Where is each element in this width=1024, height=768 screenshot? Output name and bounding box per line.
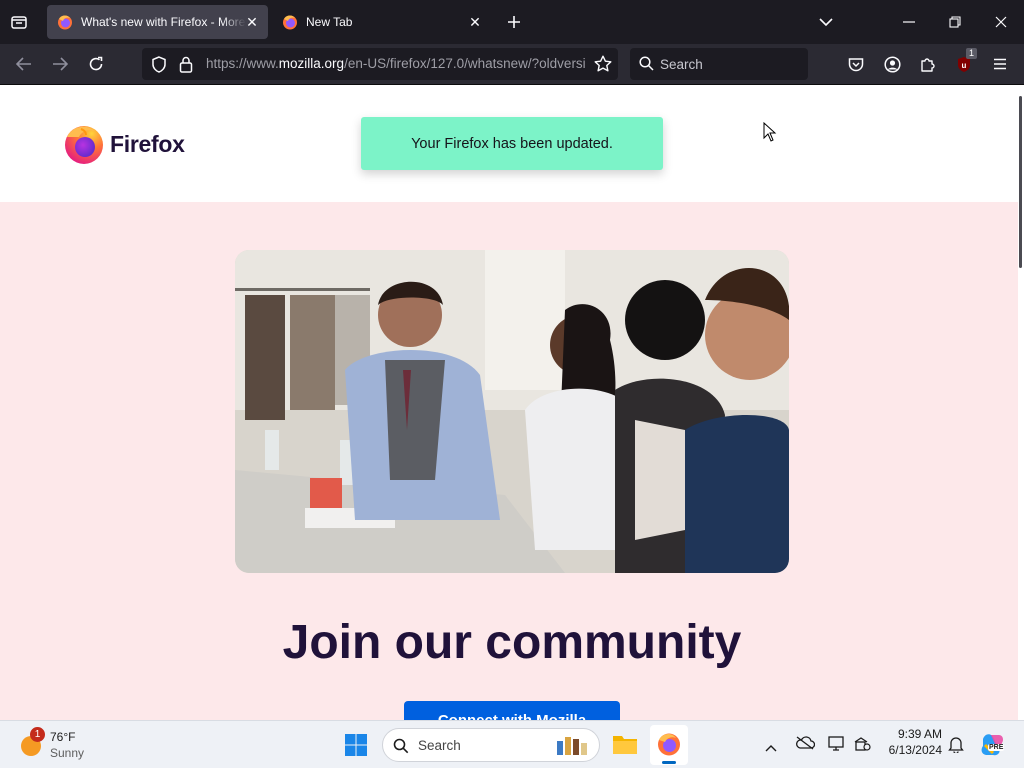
update-notification: Your Firefox has been updated. [361, 117, 663, 170]
search-icon [393, 738, 409, 754]
mouse-pointer-icon [763, 121, 777, 147]
windows-start-icon[interactable] [344, 733, 368, 762]
close-tab-icon[interactable]: ✕ [244, 14, 260, 30]
firefox-taskbar-icon[interactable] [650, 725, 688, 765]
taskbar-search-box[interactable]: Search [382, 728, 600, 762]
url-host: mozilla.org [278, 56, 345, 71]
windows-taskbar: 1 76°F Sunny Search 9:39 AM 6/13/2024 PR… [0, 720, 1024, 768]
navigation-toolbar: https://www.mozilla.org/en-US/firefox/12… [0, 44, 1024, 85]
firefox-favicon-icon [283, 15, 297, 30]
url-prefix: https://www. [206, 56, 279, 71]
tab-title: New Tab [306, 15, 353, 29]
new-tab-button[interactable] [503, 11, 525, 33]
tab-whats-new[interactable]: What's new with Firefox - More ✕ [47, 5, 268, 39]
back-arrow-icon[interactable] [9, 50, 39, 78]
minimize-icon[interactable] [896, 11, 922, 33]
close-tab-icon[interactable]: ✕ [467, 14, 483, 30]
svg-text:u: u [962, 61, 967, 70]
firefox-favicon-icon [58, 15, 72, 30]
account-icon[interactable] [877, 50, 907, 78]
firefox-icon [658, 733, 680, 756]
weather-temperature: 76°F [50, 730, 76, 744]
tab-strip: What's new with Firefox - More ✕ New Tab… [0, 0, 1024, 44]
weather-badge: 1 [30, 727, 45, 742]
clock-date: 6/13/2024 [888, 743, 942, 757]
clock-time: 9:39 AM [897, 727, 942, 741]
bookmark-star-icon[interactable] [594, 55, 612, 77]
hamburger-menu-icon[interactable] [985, 50, 1015, 78]
ublock-origin-icon[interactable]: u 1 [949, 48, 979, 78]
tracking-protection-shield-icon[interactable] [151, 56, 167, 78]
chevron-up-icon[interactable] [765, 739, 777, 757]
forward-arrow-icon[interactable] [45, 50, 75, 78]
search-placeholder: Search [660, 57, 703, 72]
lock-icon[interactable] [179, 56, 193, 78]
connect-with-mozilla-button[interactable]: Connect with Mozilla [404, 701, 620, 720]
taskbar-search-placeholder: Search [418, 738, 461, 753]
firefox-logo-icon[interactable] [63, 123, 105, 170]
url-path: /en-US/firefox/127.0/whatsnew/?oldversio… [344, 56, 586, 71]
weather-widget[interactable]: 1 76°F Sunny [18, 727, 98, 761]
search-highlight-icon [557, 737, 587, 755]
network-icon[interactable] [853, 736, 871, 757]
scrollbar-thumb[interactable] [1019, 96, 1022, 268]
onedrive-offline-icon[interactable] [795, 736, 816, 755]
reload-icon[interactable] [81, 50, 111, 78]
pocket-icon[interactable] [841, 50, 871, 78]
file-explorer-icon[interactable] [612, 733, 638, 760]
chevron-down-icon[interactable] [815, 11, 837, 33]
system-clock[interactable]: 9:39 AM 6/13/2024 [880, 727, 942, 757]
tab-title: What's new with Firefox - More [81, 15, 246, 29]
notification-bell-icon[interactable] [948, 736, 964, 758]
web-page: Firefox Your Firefox has been updated. J… [0, 85, 1018, 720]
list-all-tabs-icon[interactable] [8, 12, 30, 32]
close-window-icon[interactable] [988, 11, 1014, 33]
active-app-indicator [662, 761, 676, 764]
brand-wordmark[interactable]: Firefox [110, 131, 185, 158]
copilot-preview-badge: PRE [988, 744, 1005, 751]
tab-new-tab[interactable]: New Tab ✕ [272, 5, 493, 39]
copilot-icon[interactable]: PRE [979, 731, 1005, 762]
page-heading: Join our community [282, 616, 742, 669]
url-bar[interactable]: https://www.mozilla.org/en-US/firefox/12… [142, 48, 618, 80]
display-icon[interactable] [828, 736, 846, 757]
hero-image [235, 250, 789, 573]
weather-condition: Sunny [50, 746, 85, 760]
url-text[interactable]: https://www.mozilla.org/en-US/firefox/12… [206, 56, 586, 71]
extension-badge: 1 [966, 48, 978, 59]
search-icon [639, 56, 654, 76]
extensions-puzzle-icon[interactable] [913, 50, 943, 78]
search-bar[interactable]: Search [630, 48, 808, 80]
restore-icon[interactable] [942, 11, 968, 33]
